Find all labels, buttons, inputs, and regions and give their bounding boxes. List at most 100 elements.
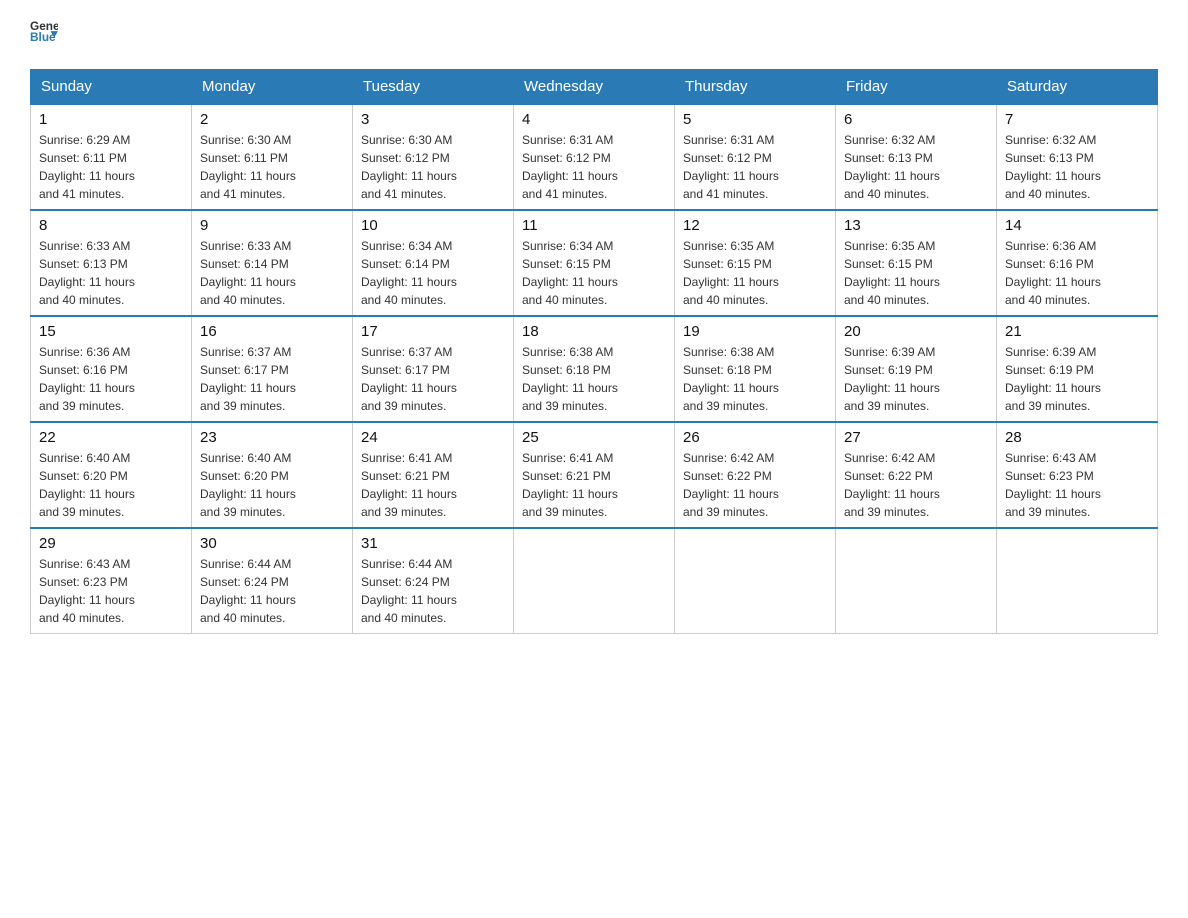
calendar-cell [836, 528, 997, 634]
day-info: Sunrise: 6:35 AMSunset: 6:15 PMDaylight:… [844, 237, 988, 309]
day-info: Sunrise: 6:37 AMSunset: 6:17 PMDaylight:… [361, 343, 505, 415]
calendar-cell: 10 Sunrise: 6:34 AMSunset: 6:14 PMDayligh… [353, 210, 514, 316]
day-info: Sunrise: 6:40 AMSunset: 6:20 PMDaylight:… [39, 449, 183, 521]
day-info: Sunrise: 6:34 AMSunset: 6:14 PMDaylight:… [361, 237, 505, 309]
page-header: General Blue [30, 20, 1158, 49]
day-number: 8 [39, 217, 183, 234]
day-number: 25 [522, 429, 666, 446]
calendar-cell: 13 Sunrise: 6:35 AMSunset: 6:15 PMDayligh… [836, 210, 997, 316]
day-number: 31 [361, 535, 505, 552]
calendar-cell: 23 Sunrise: 6:40 AMSunset: 6:20 PMDayligh… [192, 422, 353, 528]
day-info: Sunrise: 6:44 AMSunset: 6:24 PMDaylight:… [361, 555, 505, 627]
day-info: Sunrise: 6:42 AMSunset: 6:22 PMDaylight:… [683, 449, 827, 521]
day-number: 14 [1005, 217, 1149, 234]
day-number: 4 [522, 111, 666, 128]
day-info: Sunrise: 6:41 AMSunset: 6:21 PMDaylight:… [522, 449, 666, 521]
day-info: Sunrise: 6:30 AMSunset: 6:11 PMDaylight:… [200, 131, 344, 203]
day-number: 30 [200, 535, 344, 552]
day-number: 26 [683, 429, 827, 446]
day-info: Sunrise: 6:43 AMSunset: 6:23 PMDaylight:… [1005, 449, 1149, 521]
calendar-cell: 8 Sunrise: 6:33 AMSunset: 6:13 PMDaylight… [31, 210, 192, 316]
calendar-cell: 1 Sunrise: 6:29 AMSunset: 6:11 PMDaylight… [31, 104, 192, 210]
day-number: 1 [39, 111, 183, 128]
day-number: 29 [39, 535, 183, 552]
day-number: 10 [361, 217, 505, 234]
calendar-cell [514, 528, 675, 634]
calendar-cell: 4 Sunrise: 6:31 AMSunset: 6:12 PMDaylight… [514, 104, 675, 210]
day-info: Sunrise: 6:31 AMSunset: 6:12 PMDaylight:… [683, 131, 827, 203]
logo: General Blue [30, 20, 58, 49]
day-info: Sunrise: 6:35 AMSunset: 6:15 PMDaylight:… [683, 237, 827, 309]
day-info: Sunrise: 6:36 AMSunset: 6:16 PMDaylight:… [1005, 237, 1149, 309]
day-number: 7 [1005, 111, 1149, 128]
day-number: 6 [844, 111, 988, 128]
day-info: Sunrise: 6:42 AMSunset: 6:22 PMDaylight:… [844, 449, 988, 521]
calendar-cell: 29 Sunrise: 6:43 AMSunset: 6:23 PMDayligh… [31, 528, 192, 634]
calendar-cell [997, 528, 1158, 634]
calendar-cell: 16Sunrise: 6:37 AMSunset: 6:17 PMDayligh… [192, 316, 353, 422]
day-info: Sunrise: 6:29 AMSunset: 6:11 PMDaylight:… [39, 131, 183, 203]
logo-graphic: General Blue [30, 20, 58, 49]
calendar-cell: 24Sunrise: 6:41 AMSunset: 6:21 PMDayligh… [353, 422, 514, 528]
calendar-cell: 15 Sunrise: 6:36 AMSunset: 6:16 PMDayligh… [31, 316, 192, 422]
calendar-cell: 17 Sunrise: 6:37 AMSunset: 6:17 PMDayligh… [353, 316, 514, 422]
header-monday: Monday [192, 70, 353, 105]
day-number: 22 [39, 429, 183, 446]
day-number: 20 [844, 323, 988, 340]
day-number: 13 [844, 217, 988, 234]
header-wednesday: Wednesday [514, 70, 675, 105]
day-number: 28 [1005, 429, 1149, 446]
calendar-cell: 19 Sunrise: 6:38 AMSunset: 6:18 PMDayligh… [675, 316, 836, 422]
day-info: Sunrise: 6:40 AMSunset: 6:20 PMDaylight:… [200, 449, 344, 521]
calendar-cell: 21 Sunrise: 6:39 AMSunset: 6:19 PMDayligh… [997, 316, 1158, 422]
calendar-cell: 14 Sunrise: 6:36 AMSunset: 6:16 PMDayligh… [997, 210, 1158, 316]
calendar-table: SundayMondayTuesdayWednesdayThursdayFrid… [30, 69, 1158, 634]
header-saturday: Saturday [997, 70, 1158, 105]
day-number: 18 [522, 323, 666, 340]
calendar-cell: 30 Sunrise: 6:44 AMSunset: 6:24 PMDayligh… [192, 528, 353, 634]
day-info: Sunrise: 6:32 AMSunset: 6:13 PMDaylight:… [844, 131, 988, 203]
calendar-cell: 25 Sunrise: 6:41 AMSunset: 6:21 PMDayligh… [514, 422, 675, 528]
calendar-cell: 9 Sunrise: 6:33 AMSunset: 6:14 PMDaylight… [192, 210, 353, 316]
day-number: 17 [361, 323, 505, 340]
day-info: Sunrise: 6:31 AMSunset: 6:12 PMDaylight:… [522, 131, 666, 203]
day-number: 16 [200, 323, 344, 340]
header-thursday: Thursday [675, 70, 836, 105]
calendar-cell: 28 Sunrise: 6:43 AMSunset: 6:23 PMDayligh… [997, 422, 1158, 528]
day-number: 11 [522, 217, 666, 234]
calendar-cell: 6 Sunrise: 6:32 AMSunset: 6:13 PMDaylight… [836, 104, 997, 210]
day-number: 19 [683, 323, 827, 340]
day-info: Sunrise: 6:34 AMSunset: 6:15 PMDaylight:… [522, 237, 666, 309]
day-info: Sunrise: 6:33 AMSunset: 6:14 PMDaylight:… [200, 237, 344, 309]
day-info: Sunrise: 6:33 AMSunset: 6:13 PMDaylight:… [39, 237, 183, 309]
day-number: 23 [200, 429, 344, 446]
svg-text:Blue: Blue [30, 30, 56, 44]
header-sunday: Sunday [31, 70, 192, 105]
calendar-cell: 5 Sunrise: 6:31 AMSunset: 6:12 PMDaylight… [675, 104, 836, 210]
day-number: 3 [361, 111, 505, 128]
day-info: Sunrise: 6:39 AMSunset: 6:19 PMDaylight:… [1005, 343, 1149, 415]
calendar-cell: 27Sunrise: 6:42 AMSunset: 6:22 PMDayligh… [836, 422, 997, 528]
calendar-cell: 31 Sunrise: 6:44 AMSunset: 6:24 PMDayligh… [353, 528, 514, 634]
calendar-cell: 18 Sunrise: 6:38 AMSunset: 6:18 PMDayligh… [514, 316, 675, 422]
day-info: Sunrise: 6:30 AMSunset: 6:12 PMDaylight:… [361, 131, 505, 203]
day-number: 15 [39, 323, 183, 340]
day-info: Sunrise: 6:44 AMSunset: 6:24 PMDaylight:… [200, 555, 344, 627]
day-number: 12 [683, 217, 827, 234]
calendar-cell: 20 Sunrise: 6:39 AMSunset: 6:19 PMDayligh… [836, 316, 997, 422]
day-number: 21 [1005, 323, 1149, 340]
day-info: Sunrise: 6:36 AMSunset: 6:16 PMDaylight:… [39, 343, 183, 415]
day-info: Sunrise: 6:38 AMSunset: 6:18 PMDaylight:… [522, 343, 666, 415]
day-number: 9 [200, 217, 344, 234]
day-number: 5 [683, 111, 827, 128]
calendar-cell: 22 Sunrise: 6:40 AMSunset: 6:20 PMDayligh… [31, 422, 192, 528]
calendar-cell: 11 Sunrise: 6:34 AMSunset: 6:15 PMDayligh… [514, 210, 675, 316]
calendar-cell: 12 Sunrise: 6:35 AMSunset: 6:15 PMDayligh… [675, 210, 836, 316]
day-info: Sunrise: 6:41 AMSunset: 6:21 PMDaylight:… [361, 449, 505, 521]
day-info: Sunrise: 6:43 AMSunset: 6:23 PMDaylight:… [39, 555, 183, 627]
day-info: Sunrise: 6:38 AMSunset: 6:18 PMDaylight:… [683, 343, 827, 415]
day-number: 2 [200, 111, 344, 128]
calendar-cell: 2 Sunrise: 6:30 AMSunset: 6:11 PMDaylight… [192, 104, 353, 210]
calendar-cell: 3 Sunrise: 6:30 AMSunset: 6:12 PMDaylight… [353, 104, 514, 210]
day-info: Sunrise: 6:39 AMSunset: 6:19 PMDaylight:… [844, 343, 988, 415]
